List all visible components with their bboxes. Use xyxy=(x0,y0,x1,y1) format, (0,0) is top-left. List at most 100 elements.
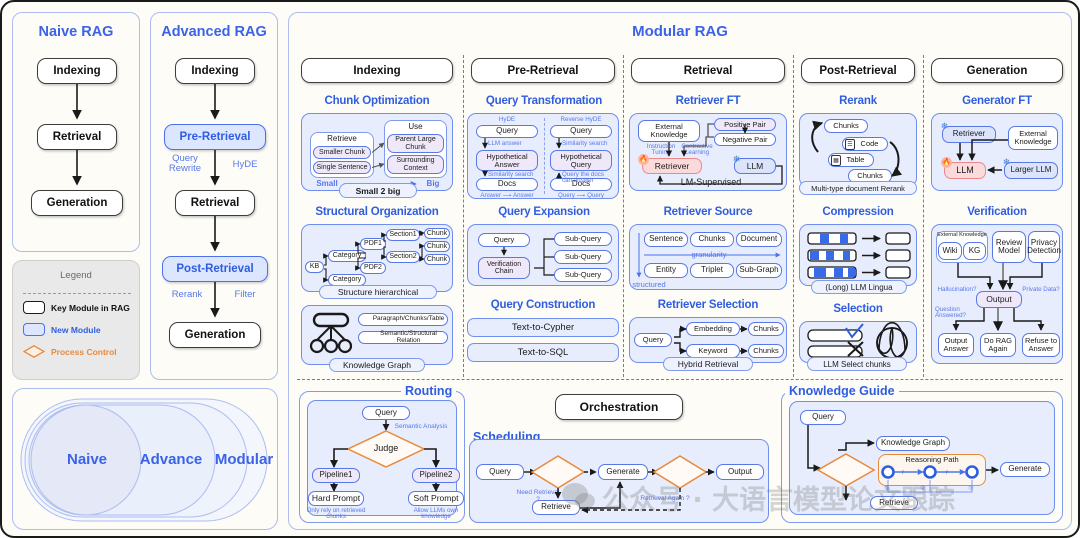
node-sub-query-2[interactable]: Sub-Query xyxy=(554,250,612,264)
node-negative-pair[interactable]: Negative Pair xyxy=(714,133,776,146)
node-verification-chain[interactable]: Verification Chain xyxy=(478,257,530,279)
node-kb[interactable]: KB xyxy=(305,261,324,273)
note-hard-prompt: Only rely on retrieved chunks xyxy=(306,507,366,521)
legend-label-process-control: Process Control xyxy=(51,346,117,357)
orchestration-header[interactable]: Orchestration xyxy=(555,394,683,420)
node-section2[interactable]: Section2 xyxy=(386,251,420,263)
node-chunk-1[interactable]: Chunk xyxy=(424,228,450,239)
node-hard-prompt[interactable]: Hard Prompt xyxy=(308,491,364,506)
node-do-rag-again[interactable]: Do RAG Again xyxy=(980,333,1016,357)
adv-edge-filter: Filter xyxy=(234,289,256,300)
node-paragraph-chunks-table[interactable]: Paragraph/Chunks/Table xyxy=(358,313,448,326)
node-keyword[interactable]: Keyword xyxy=(686,344,740,358)
node-rs-query[interactable]: Query xyxy=(634,333,672,347)
adv-step-indexing[interactable]: Indexing xyxy=(175,58,255,84)
node-text-to-cypher[interactable]: Text-to-Cypher xyxy=(467,318,619,337)
modular-header-pre-retrieval[interactable]: Pre-Retrieval xyxy=(471,58,615,83)
node-embedding[interactable]: Embedding xyxy=(686,322,740,336)
node-pipeline2[interactable]: Pipeline2 xyxy=(412,468,460,483)
modular-header-indexing[interactable]: Indexing xyxy=(301,58,453,83)
node-section1[interactable]: Section1 xyxy=(386,229,420,241)
venn-label-modular: Modular xyxy=(214,451,274,468)
node-larger-llm[interactable]: Larger LLM xyxy=(1004,162,1058,179)
node-rev-query[interactable]: Query xyxy=(550,125,612,138)
node-kg-query[interactable]: Query xyxy=(800,410,846,425)
naive-step-indexing[interactable]: Indexing xyxy=(37,58,117,84)
node-kg-knowledge-graph[interactable]: Knowledge Graph xyxy=(876,436,950,451)
node-gen-retriever[interactable]: Retriever xyxy=(942,126,996,143)
node-gen-external-knowledge[interactable]: External Knowledge xyxy=(1008,126,1058,150)
adv-step-post-retrieval[interactable]: Post-Retrieval xyxy=(162,256,268,282)
adv-step-generation[interactable]: Generation xyxy=(169,322,261,348)
node-verif-output[interactable]: Output xyxy=(976,291,1022,308)
node-routing-query[interactable]: Query xyxy=(362,406,410,420)
panel-naive-rag: Naive RAG Indexing Retrieval Generation xyxy=(12,12,140,252)
node-chunk-2[interactable]: Chunk xyxy=(424,241,450,252)
node-kg[interactable]: KG xyxy=(963,242,986,260)
node-surrounding-context[interactable]: Surrounding Context xyxy=(387,155,444,174)
label-reverse-hyde: Reverse HyDE xyxy=(560,116,602,123)
node-kg-retrieve[interactable]: Retrieve xyxy=(870,496,918,510)
section-title-generator-ft: Generator FT xyxy=(962,95,1032,107)
modular-header-generation[interactable]: Generation xyxy=(931,58,1063,83)
node-pdf2[interactable]: PDF2 xyxy=(360,262,386,274)
node-sched-generate[interactable]: Generate xyxy=(598,464,648,480)
modular-header-post-retrieval[interactable]: Post-Retrieval xyxy=(801,58,915,83)
node-pipeline1[interactable]: Pipeline1 xyxy=(312,468,360,483)
adv-step-pre-retrieval[interactable]: Pre-Retrieval xyxy=(164,124,266,150)
node-sub-query-3[interactable]: Sub-Query xyxy=(554,268,612,282)
node-rerank-chunks-top[interactable]: Chunks xyxy=(824,119,868,133)
label-reasoning-path: Reasoning Path xyxy=(905,455,959,464)
naive-step-generation[interactable]: Generation xyxy=(31,190,123,216)
node-chunk-3[interactable]: Chunk xyxy=(424,254,450,265)
node-refuse-to-answer[interactable]: Refuse to Answer xyxy=(1022,333,1060,357)
node-sentence[interactable]: Sentence xyxy=(644,232,688,247)
node-soft-prompt[interactable]: Soft Prompt xyxy=(408,491,464,506)
node-single-sentence[interactable]: Single Sentence xyxy=(313,161,371,174)
naive-step-retrieval[interactable]: Retrieval xyxy=(37,124,117,150)
node-routing-judge[interactable]: Judge xyxy=(366,444,406,453)
node-entity[interactable]: Entity xyxy=(644,263,688,278)
group-knowledge-guide: Query Knowledge Graph Schedule Reasoning… xyxy=(789,401,1055,515)
node-triplet[interactable]: Triplet xyxy=(690,263,734,278)
col-divider-2 xyxy=(623,55,624,377)
node-document[interactable]: Document xyxy=(736,232,782,247)
node-sched-output[interactable]: Output xyxy=(716,464,764,480)
label-use: Use xyxy=(408,122,423,131)
node-semantic-structural-relation[interactable]: Semantic/Structural Relation xyxy=(358,330,448,344)
node-hyde-query[interactable]: Query xyxy=(476,125,538,138)
node-hyde-docs[interactable]: Docs xyxy=(476,178,538,191)
node-external-knowledge-ft[interactable]: External Knowledge xyxy=(638,120,700,142)
node-parent-large-chunk[interactable]: Parent Large Chunk xyxy=(387,134,444,153)
node-sub-graph[interactable]: Sub-Graph xyxy=(736,263,782,278)
adv-step-retrieval[interactable]: Retrieval xyxy=(175,190,255,216)
label-retrieval-again: Retrieval Again ? xyxy=(640,495,690,502)
legend-label-new-module: New Module xyxy=(51,324,101,335)
node-privacy-detection[interactable]: Privacy Detection xyxy=(1027,231,1061,263)
node-smaller-chunk[interactable]: Smaller Chunk xyxy=(313,146,371,159)
node-chunks-emb[interactable]: Chunks xyxy=(748,322,784,336)
node-category-1[interactable]: Category xyxy=(328,250,366,262)
node-hypothetical-query[interactable]: Hypothetical Query xyxy=(550,150,612,171)
node-text-to-sql[interactable]: Text-to-SQL xyxy=(467,343,619,362)
node-sub-query-1[interactable]: Sub-Query xyxy=(554,232,612,246)
node-wiki[interactable]: Wiki xyxy=(938,242,962,260)
node-sched-query[interactable]: Query xyxy=(476,464,524,480)
col-divider-4 xyxy=(923,55,924,377)
node-hypothetical-answer[interactable]: Hypothetical Answer xyxy=(476,150,538,171)
node-output-answer[interactable]: Output Answer xyxy=(938,333,974,357)
modular-header-retrieval[interactable]: Retrieval xyxy=(631,58,785,83)
node-review-model[interactable]: Review Model xyxy=(992,231,1026,263)
node-chunks-src[interactable]: Chunks xyxy=(690,232,734,247)
process-control-diamond-icon xyxy=(22,345,46,358)
node-kg-generate[interactable]: Generate xyxy=(1000,462,1050,477)
node-sched-judge-2[interactable]: Judge xyxy=(660,468,700,477)
node-kg-schedule[interactable]: Schedule xyxy=(822,463,870,471)
caption-multi-type-rerank: Multi-type document Rerank xyxy=(799,181,917,195)
node-chunks-kw[interactable]: Chunks xyxy=(748,344,784,358)
node-qe-query[interactable]: Query xyxy=(478,233,530,247)
node-pdf1[interactable]: PDF1 xyxy=(360,238,386,250)
node-retriever-ft[interactable]: Retriever xyxy=(642,158,702,174)
node-positive-pair[interactable]: Positive Pair xyxy=(714,118,776,131)
node-sched-judge-1[interactable]: Judge xyxy=(538,468,578,477)
